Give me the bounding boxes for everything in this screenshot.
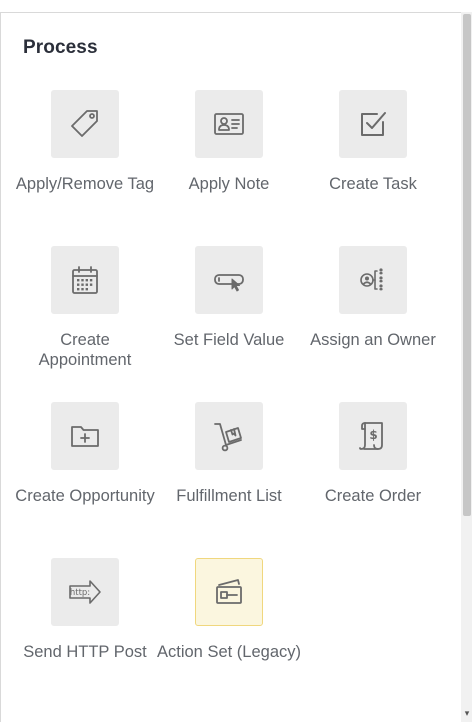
tile-label: Fulfillment List — [176, 487, 282, 505]
svg-text:$: $ — [369, 428, 377, 442]
tile-set-field-value[interactable]: Set Field Value — [157, 245, 301, 401]
tile-assign-owner[interactable]: Assign an Owner — [301, 245, 445, 401]
http-arrow-icon: http: — [69, 580, 101, 604]
tile-action-set-legacy[interactable]: Action Set (Legacy) — [157, 557, 301, 713]
tile-label: Apply Note — [188, 175, 270, 193]
tile-label: Create Appointment — [38, 331, 132, 369]
scroll-down-arrow-icon[interactable]: ▾ — [462, 708, 472, 718]
tile-label: Create Task — [329, 175, 417, 193]
folder-plus-icon — [71, 426, 99, 447]
section-title: Process — [23, 37, 98, 58]
tile-icon-box[interactable] — [51, 246, 119, 314]
tile-icon-box[interactable]: $ — [339, 402, 407, 470]
tile-apply-remove-tag[interactable]: Apply/Remove Tag — [13, 89, 157, 245]
tile-icon-box[interactable] — [339, 246, 407, 314]
tile-create-opportunity[interactable]: Create Opportunity — [13, 401, 157, 557]
calendar-icon — [72, 266, 98, 294]
tile-icon-box[interactable] — [195, 246, 263, 314]
tile-icon-box[interactable] — [339, 90, 407, 158]
action-set-icon — [216, 579, 242, 604]
assign-owner-icon — [360, 268, 383, 291]
tile-apply-note[interactable]: Apply Note — [157, 89, 301, 245]
tile-label: Assign an Owner — [310, 331, 436, 349]
tile-icon-box[interactable] — [51, 402, 119, 470]
field-cursor-icon — [214, 274, 244, 292]
contact-card-icon — [214, 113, 244, 135]
tile-create-task[interactable]: Create Task — [301, 89, 445, 245]
tile-icon-box[interactable] — [195, 558, 263, 626]
tile-icon-box[interactable] — [195, 90, 263, 158]
tile-icon-box[interactable] — [195, 402, 263, 470]
tile-label: Create Order — [324, 487, 422, 505]
hand-truck-icon — [214, 423, 242, 452]
tag-icon — [71, 110, 98, 137]
tile-create-appointment[interactable]: Create Appointment — [13, 245, 157, 401]
tile-label: Send HTTP Post — [23, 643, 147, 661]
tile-icon-box[interactable]: http: — [51, 558, 119, 626]
checkbox-icon — [361, 112, 386, 136]
tile-label: Set Field Value — [173, 331, 285, 349]
tile-icon-box[interactable] — [51, 90, 119, 158]
tile-fulfillment-list[interactable]: Fulfillment List — [157, 401, 301, 557]
dollar-receipt-icon: $ — [359, 422, 383, 450]
tile-create-order[interactable]: $ Create Order — [301, 401, 445, 557]
svg-text:http:: http: — [70, 588, 90, 598]
tile-label: Create Opportunity — [15, 487, 155, 505]
process-panel: Process Apply/Remove Tag Apply Note Crea… — [0, 12, 461, 722]
scrollbar-thumb[interactable] — [463, 14, 471, 516]
tile-send-http-post[interactable]: http: Send HTTP Post — [13, 557, 157, 713]
tile-label: Action Set (Legacy) — [157, 643, 301, 661]
tile-label: Apply/Remove Tag — [15, 175, 155, 193]
process-grid: Apply/Remove Tag Apply Note Create Task … — [13, 89, 451, 713]
